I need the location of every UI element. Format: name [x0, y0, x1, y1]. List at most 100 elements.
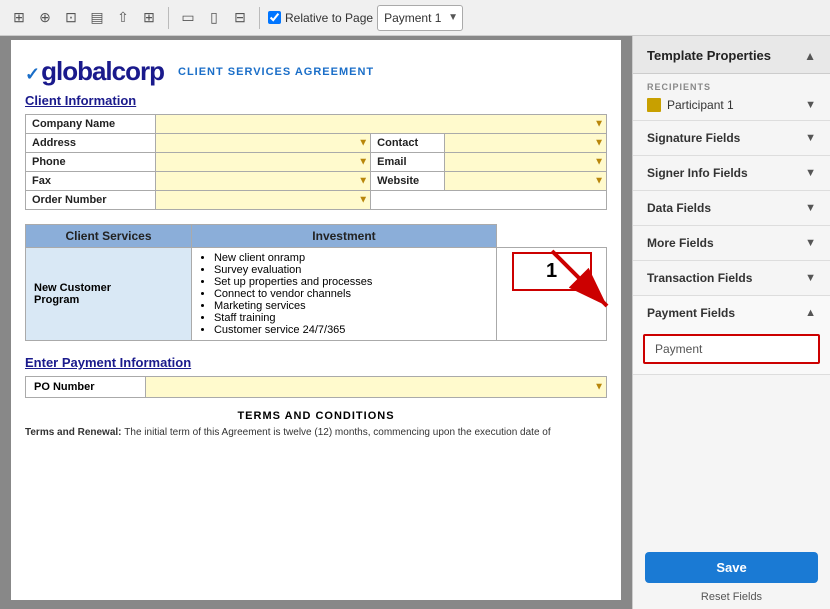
input-arrow-icon: ▼ — [358, 138, 368, 149]
input-arrow-icon: ▼ — [594, 176, 604, 187]
contact-input[interactable]: ▼ — [445, 134, 607, 153]
services-description-cell: New client onramp Survey evaluation Set … — [191, 248, 496, 341]
relative-to-page-option: Relative to Page — [268, 11, 373, 25]
logo-area: ✓globalcorp CLIENT SERVICES AGREEMENT — [25, 56, 607, 87]
list-item: Marketing services — [214, 300, 488, 312]
panel-header[interactable]: Template Properties ▲ — [633, 36, 830, 74]
recipient-color-swatch — [647, 98, 661, 112]
input-arrow-icon: ▼ — [358, 176, 368, 187]
toolbar-icon-7[interactable]: ▭ — [177, 7, 199, 29]
toolbar-icon-8[interactable]: ▯ — [203, 7, 225, 29]
signature-fields-section[interactable]: Signature Fields ▼ — [633, 121, 830, 156]
toolbar-icon-2[interactable]: ⊕ — [34, 7, 56, 29]
phone-input[interactable]: ▼ — [155, 153, 371, 172]
recipients-label: RECIPIENTS — [647, 82, 816, 92]
signer-info-fields-section[interactable]: Signer Info Fields ▼ — [633, 156, 830, 191]
relative-to-page-checkbox[interactable] — [268, 11, 281, 24]
data-fields-section[interactable]: Data Fields ▼ — [633, 191, 830, 226]
contact-label: Contact — [371, 134, 445, 153]
document-area[interactable]: ✓globalcorp CLIENT SERVICES AGREEMENT Cl… — [0, 36, 632, 609]
toolbar-icon-9[interactable]: ⊟ — [229, 7, 251, 29]
list-item: New client onramp — [214, 252, 488, 264]
list-item: Connect to vendor channels — [214, 288, 488, 300]
payment-fields-label: Payment Fields — [647, 306, 735, 320]
data-fields-label: Data Fields — [647, 201, 711, 215]
fax-input[interactable]: ▼ — [155, 172, 371, 191]
page-select[interactable]: Payment 1 Payment 2 Payment 3 — [377, 5, 463, 31]
recipient-chevron-icon: ▼ — [805, 99, 816, 111]
address-input[interactable]: ▼ — [155, 134, 371, 153]
payment-table: PO Number ▼ — [25, 376, 607, 398]
order-number-label: Order Number — [26, 191, 156, 210]
website-input[interactable]: ▼ — [445, 172, 607, 191]
recipient-row[interactable]: Participant 1 ▼ — [647, 98, 816, 112]
panel-header-chevron-icon: ▲ — [804, 49, 816, 63]
toolbar: ⊞ ⊕ ⊡ ▤ ⇧ ⊞ ▭ ▯ ⊟ Relative to Page Payme… — [0, 0, 830, 36]
payment-section: Enter Payment Information PO Number ▼ — [25, 355, 607, 398]
client-info-heading: Client Information — [25, 93, 607, 108]
signature-fields-chevron-icon: ▼ — [805, 132, 816, 144]
phone-label: Phone — [26, 153, 156, 172]
table-row: Fax ▼ Website ▼ — [26, 172, 607, 191]
toolbar-icon-6[interactable]: ⊞ — [138, 7, 160, 29]
document-scroll-inner: ✓globalcorp CLIENT SERVICES AGREEMENT Cl… — [0, 36, 632, 604]
investment-input-box[interactable]: 1 — [512, 252, 592, 291]
input-arrow-icon: ▼ — [594, 157, 604, 168]
terms-heading: TERMS AND CONDITIONS — [25, 410, 607, 422]
payment-field-item-label: Payment — [655, 342, 702, 356]
toolbar-icon-4[interactable]: ▤ — [86, 7, 108, 29]
terms-label: Terms and Renewal: — [25, 427, 124, 438]
new-customer-program-label: New CustomerProgram — [26, 248, 192, 341]
investment-value: 1 — [546, 260, 557, 282]
list-item: Customer service 24/7/365 — [214, 324, 488, 336]
investment-value-cell: 1 — [497, 248, 607, 341]
toolbar-icon-5[interactable]: ⇧ — [112, 7, 134, 29]
email-label: Email — [371, 153, 445, 172]
client-services-col-header: Client Services — [26, 225, 192, 248]
company-name-label: Company Name — [26, 115, 156, 134]
table-row: Order Number ▼ — [26, 191, 607, 210]
terms-content: The initial term of this Agreement is tw… — [124, 427, 550, 438]
payment-heading: Enter Payment Information — [25, 355, 607, 370]
payment-field-item[interactable]: Payment — [643, 334, 820, 364]
right-panel: Template Properties ▲ RECIPIENTS Partici… — [632, 36, 830, 609]
toolbar-icon-3[interactable]: ⊡ — [60, 7, 82, 29]
logo-check-icon: ✓ — [25, 64, 39, 84]
save-button[interactable]: Save — [645, 552, 818, 583]
input-arrow-icon: ▼ — [594, 138, 604, 149]
input-arrow-icon: ▼ — [358, 157, 368, 168]
payment-fields-chevron-icon: ▲ — [805, 307, 816, 319]
order-number-input[interactable]: ▼ — [155, 191, 371, 210]
panel-header-title: Template Properties — [647, 48, 771, 63]
payment-fields-header[interactable]: Payment Fields ▲ — [633, 296, 830, 330]
table-row: PO Number ▼ — [26, 377, 607, 398]
table-row: Company Name ▼ — [26, 115, 607, 134]
transaction-fields-label: Transaction Fields — [647, 271, 752, 285]
payment-fields-section: Payment Fields ▲ Payment — [633, 296, 830, 375]
list-item: Set up properties and processes — [214, 276, 488, 288]
services-table: Client Services Investment New CustomerP… — [25, 224, 607, 341]
client-info-table: Company Name ▼ Address ▼ Contact — [25, 114, 607, 210]
address-label: Address — [26, 134, 156, 153]
input-arrow-icon: ▼ — [594, 119, 604, 130]
services-table-header-row: Client Services Investment — [26, 225, 607, 248]
toolbar-separator-2 — [259, 7, 260, 29]
reset-fields-button[interactable]: Reset Fields — [645, 591, 818, 603]
relative-to-page-label: Relative to Page — [285, 11, 373, 25]
services-list: New client onramp Survey evaluation Set … — [200, 252, 488, 336]
terms-text: Terms and Renewal: The initial term of t… — [25, 426, 607, 440]
table-row: New CustomerProgram New client onramp Su… — [26, 248, 607, 341]
transaction-fields-chevron-icon: ▼ — [805, 272, 816, 284]
company-name-input[interactable]: ▼ — [155, 115, 606, 134]
more-fields-section[interactable]: More Fields ▼ — [633, 226, 830, 261]
list-item: Staff training — [214, 312, 488, 324]
toolbar-separator-1 — [168, 7, 169, 29]
fax-label: Fax — [26, 172, 156, 191]
panel-footer: Save Reset Fields — [633, 542, 830, 609]
po-number-input[interactable]: ▼ — [146, 377, 607, 398]
toolbar-icon-1[interactable]: ⊞ — [8, 7, 30, 29]
data-fields-chevron-icon: ▼ — [805, 202, 816, 214]
email-input[interactable]: ▼ — [445, 153, 607, 172]
transaction-fields-section[interactable]: Transaction Fields ▼ — [633, 261, 830, 296]
po-input-arrow-icon: ▼ — [594, 382, 604, 393]
